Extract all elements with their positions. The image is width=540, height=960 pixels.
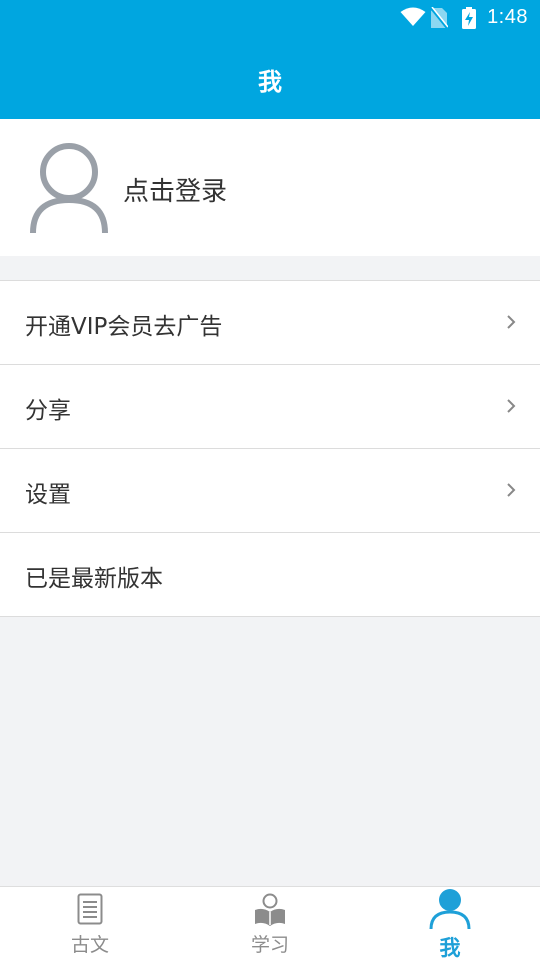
menu-item-share[interactable]: 分享	[0, 365, 540, 449]
menu-item-settings[interactable]: 设置	[0, 449, 540, 533]
screen: 1:48 我 点击登录 开通VIP会员去广告 分享 设置 已是最新版本 古文 学…	[0, 0, 540, 960]
app-header: 1:48 我	[0, 0, 540, 119]
login-label: 点击登录	[123, 177, 228, 207]
menu-item-label: 分享	[25, 398, 71, 424]
chevron-right-icon	[506, 314, 516, 334]
tab-guwen[interactable]: 古文	[0, 887, 180, 960]
tab-label: 我	[439, 936, 461, 960]
profile-login-row[interactable]: 点击登录	[0, 119, 540, 256]
bottom-tab-bar: 古文 学习 我	[0, 886, 540, 960]
reading-person-icon	[253, 893, 287, 931]
no-sim-icon	[430, 6, 449, 33]
status-bar: 1:48	[0, 0, 540, 36]
tab-label: 学习	[250, 934, 289, 956]
chevron-right-icon	[506, 398, 516, 418]
menu-item-version[interactable]: 已是最新版本	[0, 533, 540, 617]
page-title: 我	[258, 68, 282, 96]
settings-menu: 开通VIP会员去广告 分享 设置 已是最新版本	[0, 280, 540, 617]
chevron-right-icon	[506, 482, 516, 502]
tab-study[interactable]: 学习	[180, 887, 360, 960]
battery-charging-icon	[462, 7, 476, 33]
document-icon	[77, 893, 103, 929]
wifi-icon	[400, 7, 426, 31]
user-icon	[429, 888, 471, 934]
tab-label: 古文	[70, 934, 109, 956]
menu-item-vip[interactable]: 开通VIP会员去广告	[0, 281, 540, 365]
menu-item-label: 设置	[25, 482, 71, 508]
status-time: 1:48	[487, 6, 528, 28]
menu-item-label: 已是最新版本	[25, 566, 163, 592]
user-avatar-icon	[30, 142, 108, 238]
tab-me[interactable]: 我	[360, 887, 540, 960]
menu-item-label: 开通VIP会员去广告	[25, 314, 223, 340]
